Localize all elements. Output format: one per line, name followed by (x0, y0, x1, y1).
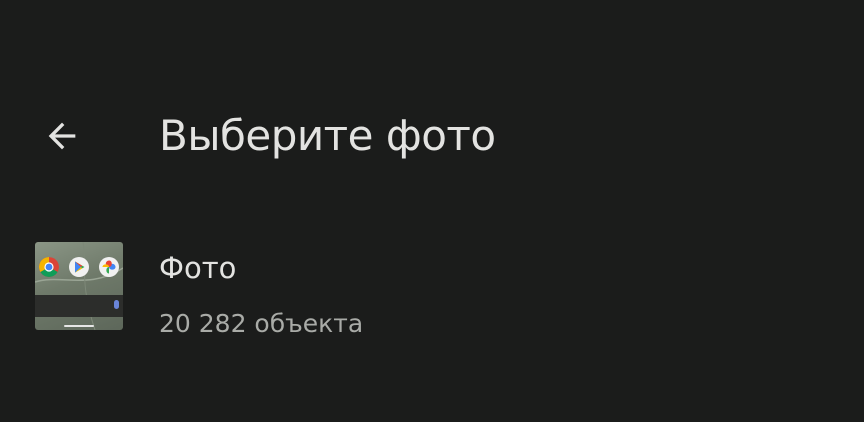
google-photos-icon (99, 257, 119, 277)
nav-handle (64, 325, 94, 327)
chrome-icon (39, 257, 59, 277)
back-button[interactable] (34, 108, 90, 164)
mic-icon (114, 300, 119, 309)
album-name: Фото (159, 251, 237, 285)
page-title: Выберите фото (159, 111, 496, 160)
album-item-count: 20 282 объекта (159, 309, 364, 338)
album-thumbnail (35, 242, 123, 330)
arrow-back-icon (48, 122, 76, 150)
album-item-photos[interactable]: Фото 20 282 объекта (0, 228, 864, 344)
play-store-icon (69, 257, 89, 277)
home-search-bar (35, 295, 123, 317)
